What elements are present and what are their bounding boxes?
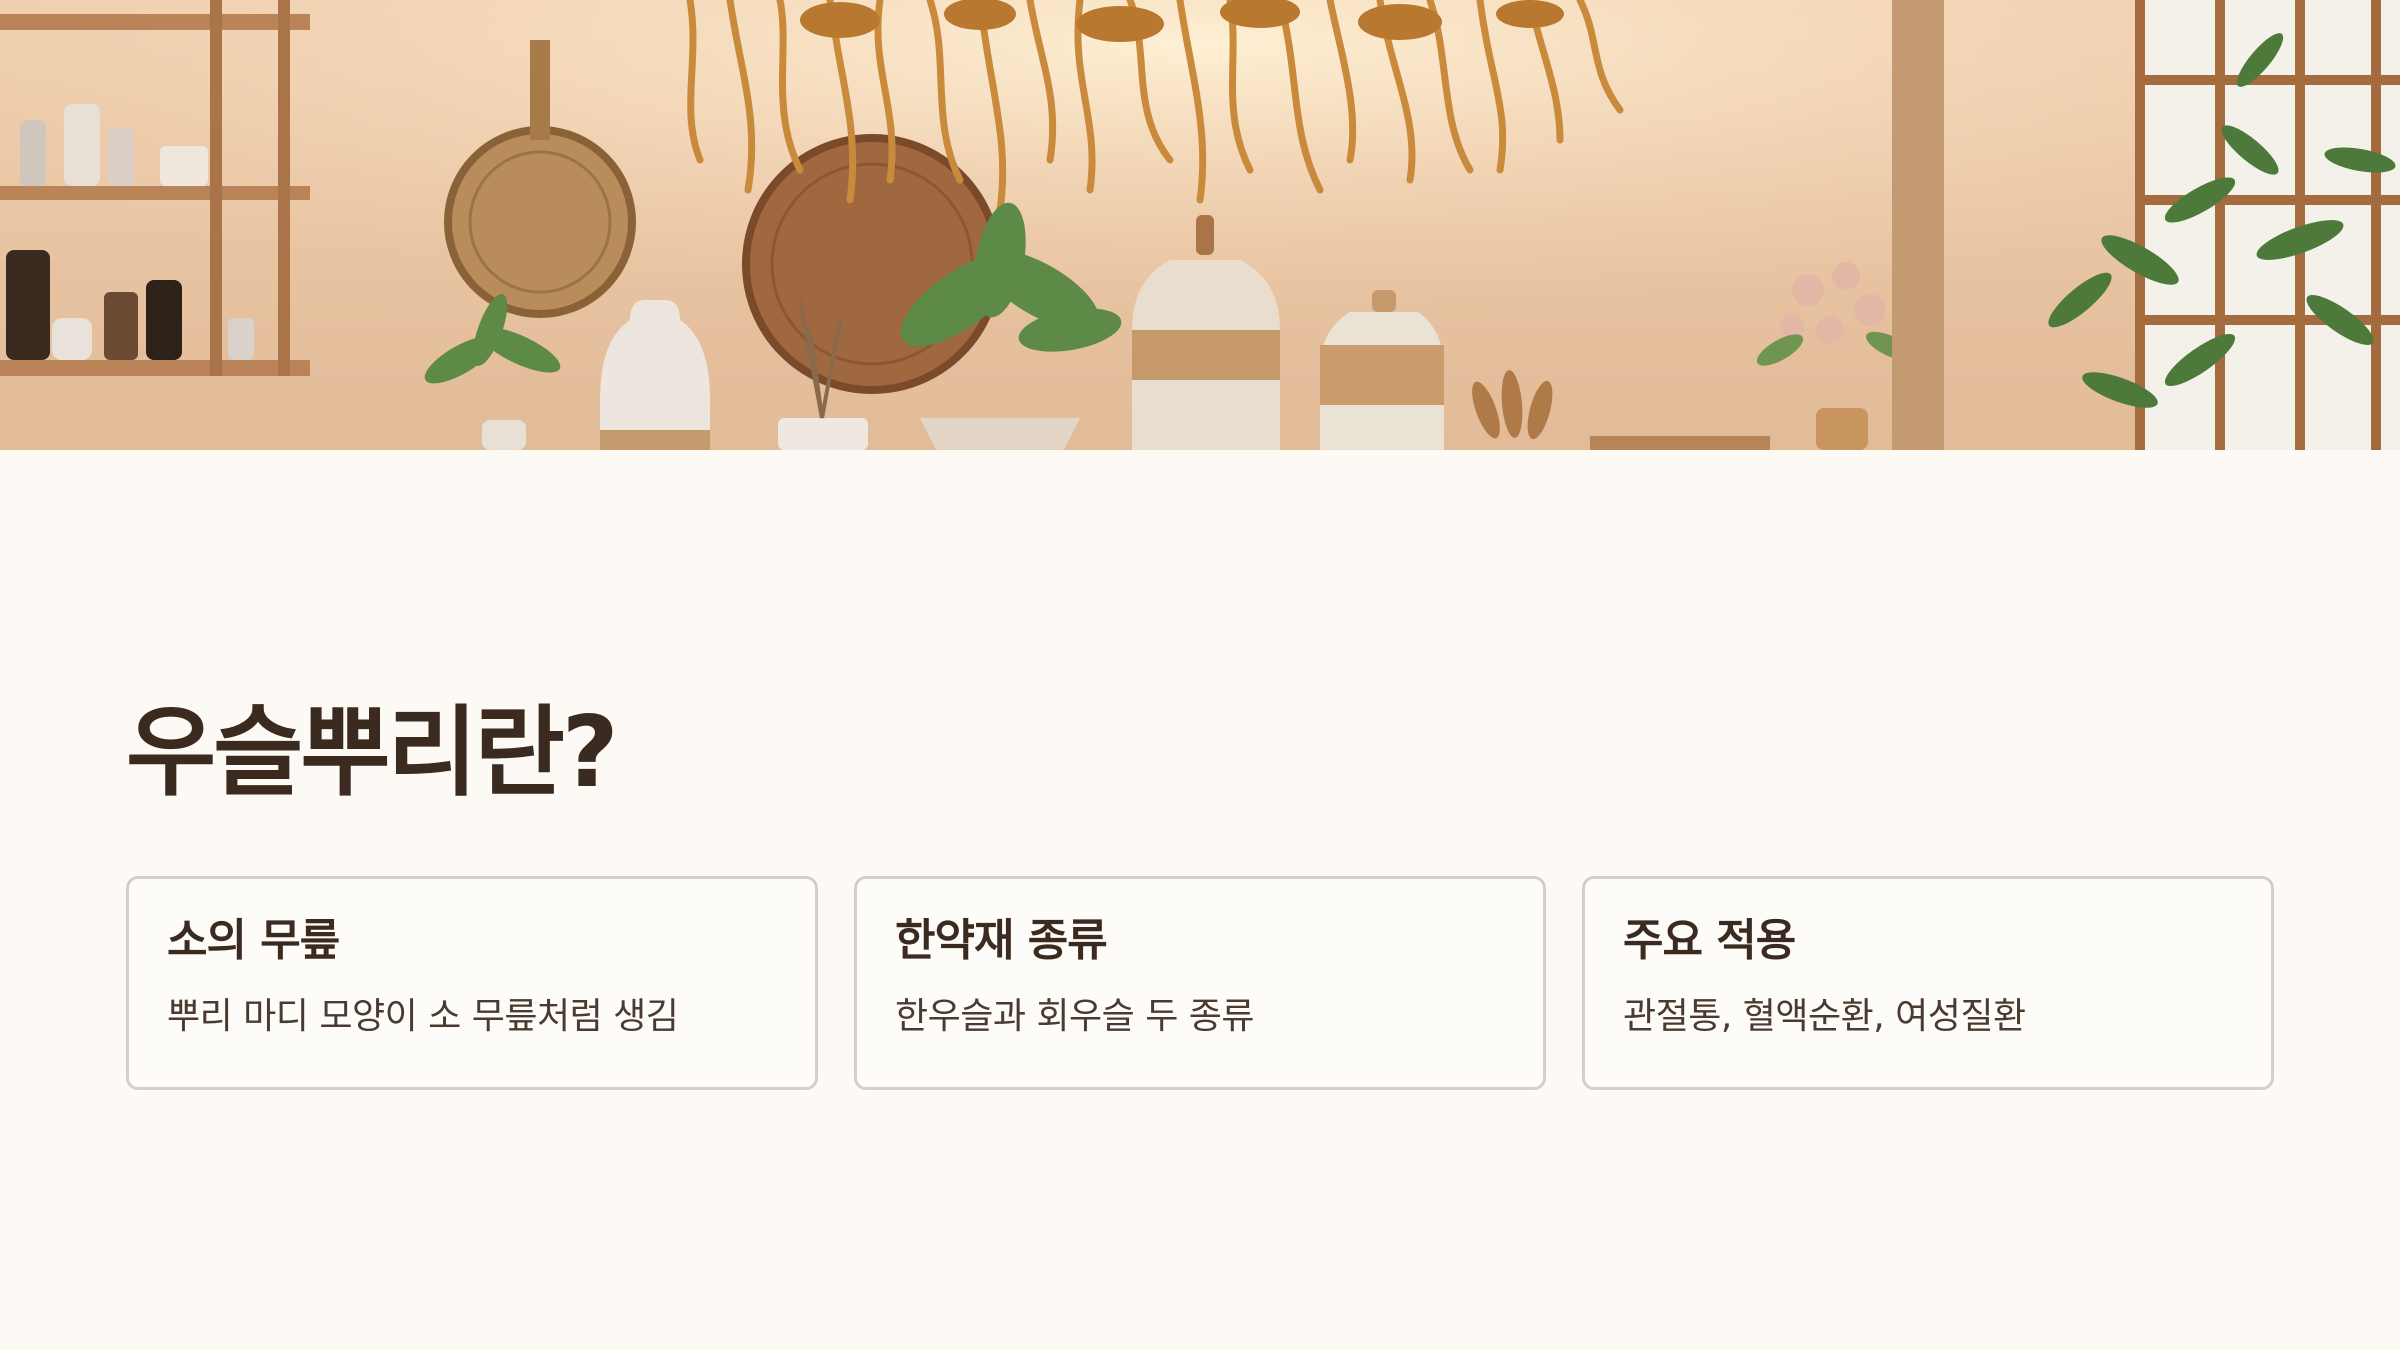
info-card: 한약재 종류 한우슬과 회우슬 두 종류 xyxy=(854,876,1546,1090)
card-title: 한약재 종류 xyxy=(895,915,1108,966)
info-cards: 소의 무릎 뿌리 마디 모양이 소 무릎처럼 생김 한약재 종류 한우슬과 회우… xyxy=(126,876,2274,1090)
card-title: 주요 적용 xyxy=(1623,915,1796,966)
card-text: 뿌리 마디 모양이 소 무릎처럼 생김 xyxy=(167,995,679,1037)
slide-page: 우슬뿌리란? 소의 무릎 뿌리 마디 모양이 소 무릎처럼 생김 한약재 종류 … xyxy=(0,0,2400,1350)
card-text: 한우슬과 회우슬 두 종류 xyxy=(895,995,1255,1037)
card-text: 관절통, 혈액순환, 여성질환 xyxy=(1623,995,2026,1037)
hero-image xyxy=(0,0,2400,450)
card-title: 소의 무릎 xyxy=(167,915,340,966)
info-card: 소의 무릎 뿌리 마디 모양이 소 무릎처럼 생김 xyxy=(126,876,818,1090)
page-title: 우슬뿌리란? xyxy=(126,696,619,810)
info-card: 주요 적용 관절통, 혈액순환, 여성질환 xyxy=(1582,876,2274,1090)
